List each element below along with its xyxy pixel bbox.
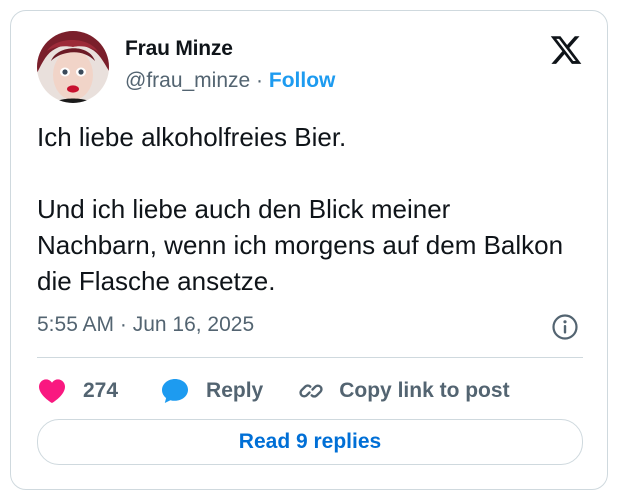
tweet-card: Frau Minze @frau_minze · Follow Ich lieb… [10, 10, 608, 490]
read-replies-button[interactable]: Read 9 replies [37, 419, 583, 465]
handle-separator: · [256, 69, 264, 92]
tweet-text: Ich liebe alkoholfreies Bier. Und ich li… [37, 119, 577, 299]
link-icon [297, 377, 325, 405]
heart-icon [37, 378, 67, 404]
tweet-timestamp[interactable]: 5:55 AM · Jun 16, 2025 [37, 313, 254, 337]
tweet-paragraph: Und ich liebe auch den Blick meiner Nach… [37, 194, 564, 296]
author-handle[interactable]: @frau_minze [125, 69, 250, 92]
speech-bubble-icon [160, 377, 190, 405]
avatar[interactable] [37, 31, 109, 103]
like-count: 274 [83, 379, 119, 402]
copy-link-label: Copy link to post [339, 379, 510, 402]
info-icon[interactable] [551, 313, 579, 341]
reply-button[interactable]: Reply [160, 377, 263, 405]
like-button[interactable]: 274 [37, 378, 118, 404]
tweet-paragraph: Ich liebe alkoholfreies Bier. [37, 122, 347, 152]
divider [37, 357, 583, 358]
reply-label: Reply [206, 379, 264, 402]
action-bar: 274 Reply Copy link to post [37, 371, 510, 411]
author-handle-row: @frau_minze · Follow [125, 69, 335, 93]
author-name[interactable]: Frau Minze [125, 37, 233, 61]
copy-link-button[interactable]: Copy link to post [297, 377, 510, 405]
x-logo-icon[interactable] [549, 33, 583, 67]
follow-button[interactable]: Follow [269, 69, 336, 92]
avatar-image [37, 31, 109, 103]
